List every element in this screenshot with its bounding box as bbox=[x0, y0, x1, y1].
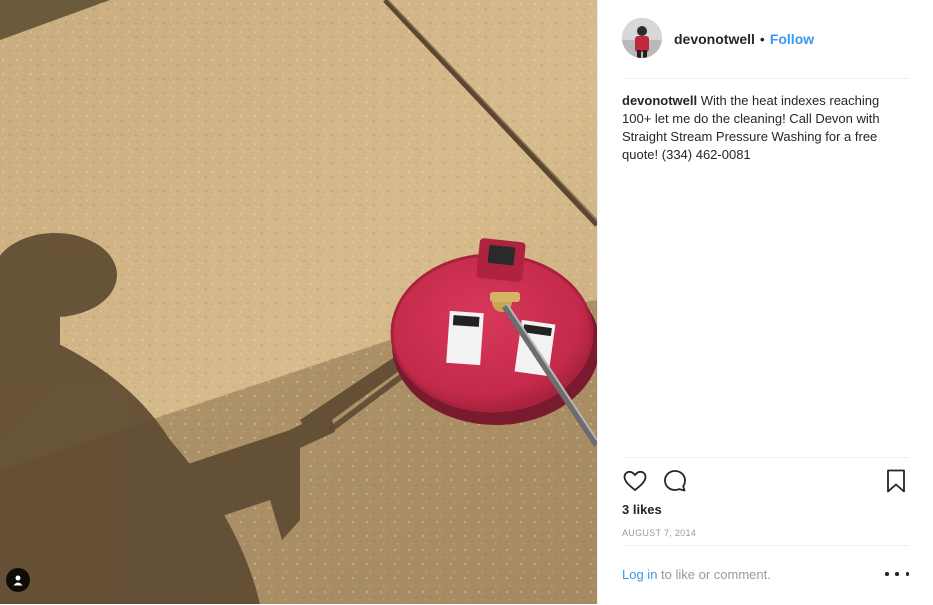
header-username[interactable]: devonotwell bbox=[674, 31, 755, 47]
login-prompt: Log in to like or comment. bbox=[622, 567, 771, 582]
action-bar bbox=[622, 457, 909, 504]
comment-bubble-icon[interactable] bbox=[662, 468, 688, 494]
post-caption: devonotwell With the heat indexes reachi… bbox=[622, 92, 907, 164]
avatar[interactable] bbox=[622, 18, 662, 58]
likes-count[interactable]: 3 likes bbox=[622, 502, 662, 517]
login-prompt-text: to like or comment. bbox=[657, 567, 771, 582]
pressure-washing-photo bbox=[0, 0, 597, 604]
post-header: devonotwell • Follow bbox=[622, 18, 909, 79]
bookmark-icon[interactable] bbox=[883, 468, 909, 494]
post-side-panel: devonotwell • Follow devonotwell With th… bbox=[597, 0, 932, 604]
post-date[interactable]: August 7, 2014 bbox=[622, 528, 696, 538]
more-options-icon[interactable] bbox=[885, 564, 909, 584]
separator-dot: • bbox=[759, 31, 765, 47]
caption-username[interactable]: devonotwell bbox=[622, 93, 697, 108]
login-link[interactable]: Log in bbox=[622, 567, 657, 582]
instagram-post: devonotwell • Follow devonotwell With th… bbox=[0, 0, 933, 604]
heart-outline-icon[interactable] bbox=[622, 468, 648, 494]
follow-button[interactable]: Follow bbox=[770, 31, 814, 47]
user-tag-icon[interactable] bbox=[6, 568, 30, 592]
comment-footer: Log in to like or comment. bbox=[622, 545, 909, 605]
post-photo[interactable] bbox=[0, 0, 597, 604]
